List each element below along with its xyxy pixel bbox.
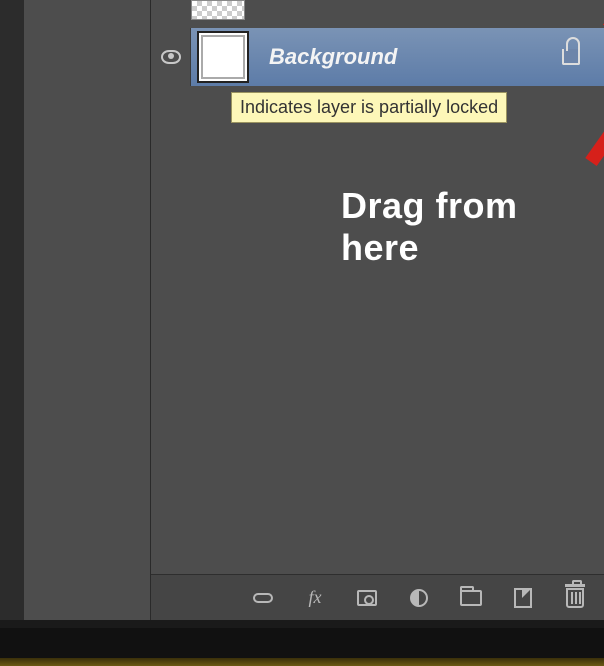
layer-row-background[interactable]: Background bbox=[151, 28, 604, 86]
new-layer-icon[interactable] bbox=[511, 586, 535, 610]
eye-icon[interactable] bbox=[161, 50, 181, 64]
group-icon[interactable] bbox=[459, 586, 483, 610]
layer-name-label[interactable]: Background bbox=[269, 44, 397, 70]
tooltip-lock: Indicates layer is partially locked bbox=[231, 92, 507, 123]
layer-visibility-column bbox=[151, 28, 191, 86]
layer-thumbnail[interactable] bbox=[197, 31, 249, 83]
fx-icon[interactable]: fx bbox=[303, 586, 327, 610]
layer-mask-icon[interactable] bbox=[355, 586, 379, 610]
lock-icon[interactable] bbox=[562, 49, 580, 65]
annotation-text-drag: Drag from here bbox=[341, 185, 604, 269]
trash-icon[interactable] bbox=[563, 586, 587, 610]
adjustment-layer-icon[interactable] bbox=[407, 586, 431, 610]
window-frame-bottom bbox=[0, 628, 604, 666]
document-canvas-edge bbox=[0, 0, 150, 620]
link-layers-icon[interactable] bbox=[251, 586, 275, 610]
layers-panel: Background Indicates layer is partially … bbox=[150, 0, 604, 620]
layer-thumbnail-transparent[interactable] bbox=[191, 0, 245, 20]
layers-panel-toolbar: fx bbox=[151, 574, 604, 620]
